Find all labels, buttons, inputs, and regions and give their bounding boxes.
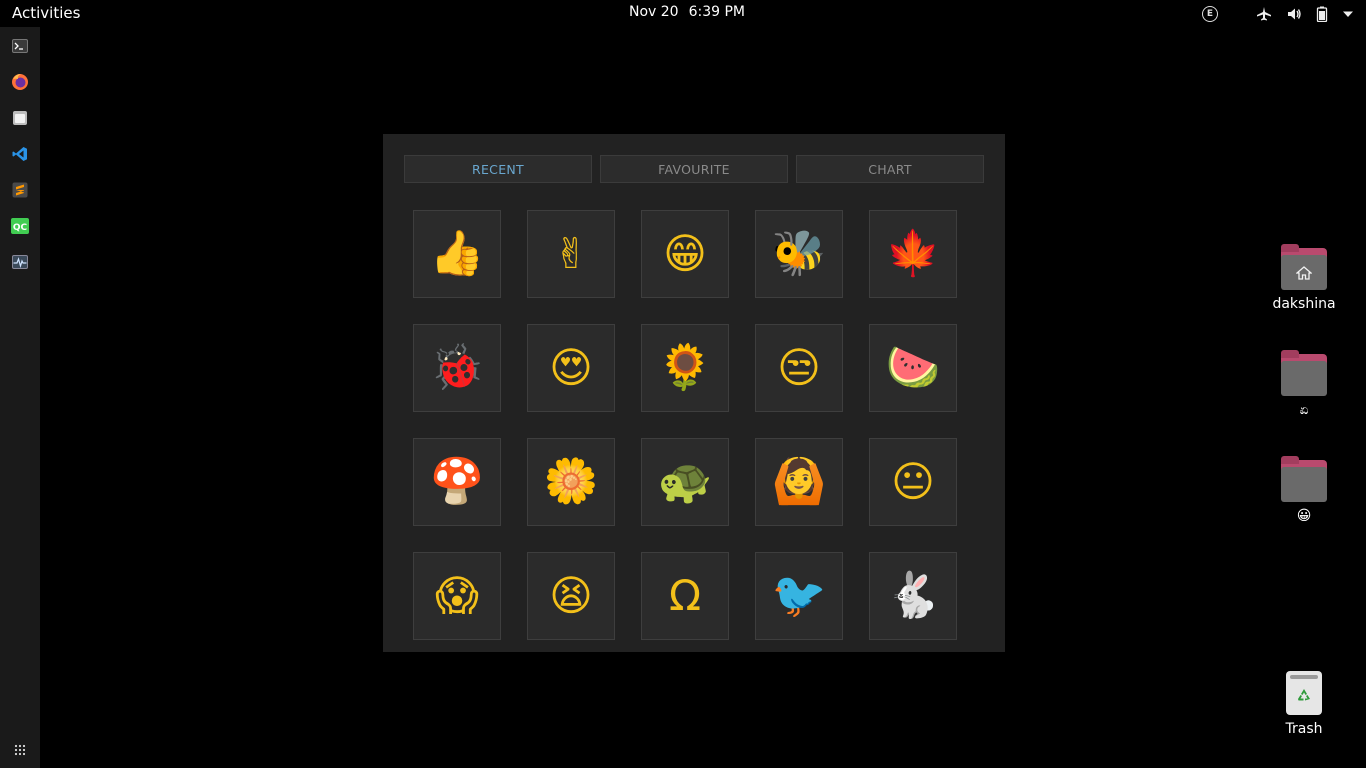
system-tray[interactable]: E <box>1202 3 1354 24</box>
emoji-cell[interactable]: ✌ <box>527 210 615 298</box>
emoji-cell[interactable]: 🍁 <box>869 210 957 298</box>
emoji-cell[interactable]: 😫 <box>527 552 615 640</box>
watermelon-icon: 🍉 <box>885 342 941 393</box>
top-bar: Activities Nov 20 6:39 PM E <box>0 0 1366 27</box>
emoji-cell[interactable]: 🌻 <box>641 324 729 412</box>
dock: QC <box>0 27 40 768</box>
omega-icon: Ω <box>668 571 702 620</box>
desktop-icon-label: ಏ <box>1299 402 1309 418</box>
screaming-face-icon: 😱 <box>435 571 479 620</box>
activities-button[interactable]: Activities <box>12 4 80 22</box>
victory-hand-icon: ✌ <box>553 229 589 278</box>
desktop-folder[interactable]: ಏ <box>1259 350 1349 418</box>
emoji-cell[interactable]: 😐 <box>869 438 957 526</box>
vscode-icon[interactable] <box>11 145 29 163</box>
terminal-icon[interactable] <box>11 37 29 55</box>
clock[interactable]: Nov 20 6:39 PM <box>629 4 745 20</box>
desktop-trash[interactable]: Trash <box>1259 671 1349 737</box>
firefox-icon[interactable] <box>11 73 29 91</box>
volume-icon[interactable] <box>1286 6 1302 22</box>
rabbit-icon: 🐇 <box>885 570 941 621</box>
emoji-cell[interactable]: 😱 <box>413 552 501 640</box>
desktop-folder[interactable]: 😀 <box>1259 456 1349 524</box>
tab-chart[interactable]: CHART <box>796 155 984 183</box>
tab-recent[interactable]: RECENT <box>404 155 592 183</box>
mushroom-icon: 🍄 <box>429 456 485 507</box>
emoji-cell[interactable]: 🐝 <box>755 210 843 298</box>
desktop-icon-label: dakshina <box>1272 296 1336 312</box>
clock-time: 6:39 PM <box>688 4 746 20</box>
emoji-cell[interactable]: 🍄 <box>413 438 501 526</box>
tab-favourite[interactable]: FAVOURITE <box>600 155 788 183</box>
emoji-cell[interactable]: Ω <box>641 552 729 640</box>
bird-icon: 🐦 <box>771 570 827 621</box>
turtle-icon: 🐢 <box>657 456 713 507</box>
tired-face-icon: 😫 <box>549 571 593 620</box>
emoji-cell[interactable]: 🐞 <box>413 324 501 412</box>
files-icon[interactable] <box>11 109 29 127</box>
ladybug-icon: 🐞 <box>429 342 485 393</box>
svg-text:QC: QC <box>13 223 28 233</box>
emoji-cell[interactable]: 🐢 <box>641 438 729 526</box>
system-monitor-icon[interactable] <box>11 253 29 271</box>
sublime-text-icon[interactable] <box>11 181 29 199</box>
emoji-cell[interactable]: 😒 <box>755 324 843 412</box>
emoji-cell[interactable]: 😍 <box>527 324 615 412</box>
emoji-picker-panel: RECENT FAVOURITE CHART 👍 ✌ 😁 🐝 🍁 🐞 😍 🌻 😒… <box>383 134 1005 652</box>
desktop-icon-label: 😀 <box>1296 508 1312 524</box>
emoji-cell[interactable]: 😁 <box>641 210 729 298</box>
folder-icon <box>1281 456 1327 502</box>
emoji-cell[interactable]: 🙆 <box>755 438 843 526</box>
bee-icon: 🐝 <box>771 228 827 279</box>
emoji-cell[interactable]: 🐦 <box>755 552 843 640</box>
grinning-face-icon: 😁 <box>663 229 707 278</box>
daisy-icon: 🌼 <box>543 456 599 507</box>
airplane-mode-icon[interactable] <box>1256 6 1272 22</box>
desktop-icon-label: Trash <box>1285 721 1323 737</box>
desktop-home-folder[interactable]: dakshina <box>1259 244 1349 312</box>
neutral-face-icon: 😐 <box>891 457 935 506</box>
thumbs-up-icon: 👍 <box>429 228 485 279</box>
battery-icon[interactable] <box>1316 6 1328 22</box>
system-menu-chevron-down-icon[interactable] <box>1342 9 1354 19</box>
maple-leaf-icon: 🍁 <box>885 228 941 279</box>
person-gesturing-ok-icon: 🙆 <box>771 456 827 507</box>
folder-icon <box>1281 350 1327 396</box>
trash-icon <box>1286 671 1322 715</box>
home-folder-icon <box>1281 244 1327 290</box>
heart-eyes-face-icon: 😍 <box>549 343 593 392</box>
input-method-indicator[interactable]: E <box>1202 5 1218 22</box>
emoji-cell[interactable]: 👍 <box>413 210 501 298</box>
unamused-face-icon: 😒 <box>777 343 821 392</box>
emoji-cell[interactable]: 🍉 <box>869 324 957 412</box>
sunflower-icon: 🌻 <box>657 342 713 393</box>
show-apps-icon[interactable] <box>11 741 29 759</box>
clock-date: Nov 20 <box>629 4 679 20</box>
emoji-cell[interactable]: 🌼 <box>527 438 615 526</box>
emoji-cell[interactable]: 🐇 <box>869 552 957 640</box>
qt-creator-icon[interactable]: QC <box>11 217 29 235</box>
